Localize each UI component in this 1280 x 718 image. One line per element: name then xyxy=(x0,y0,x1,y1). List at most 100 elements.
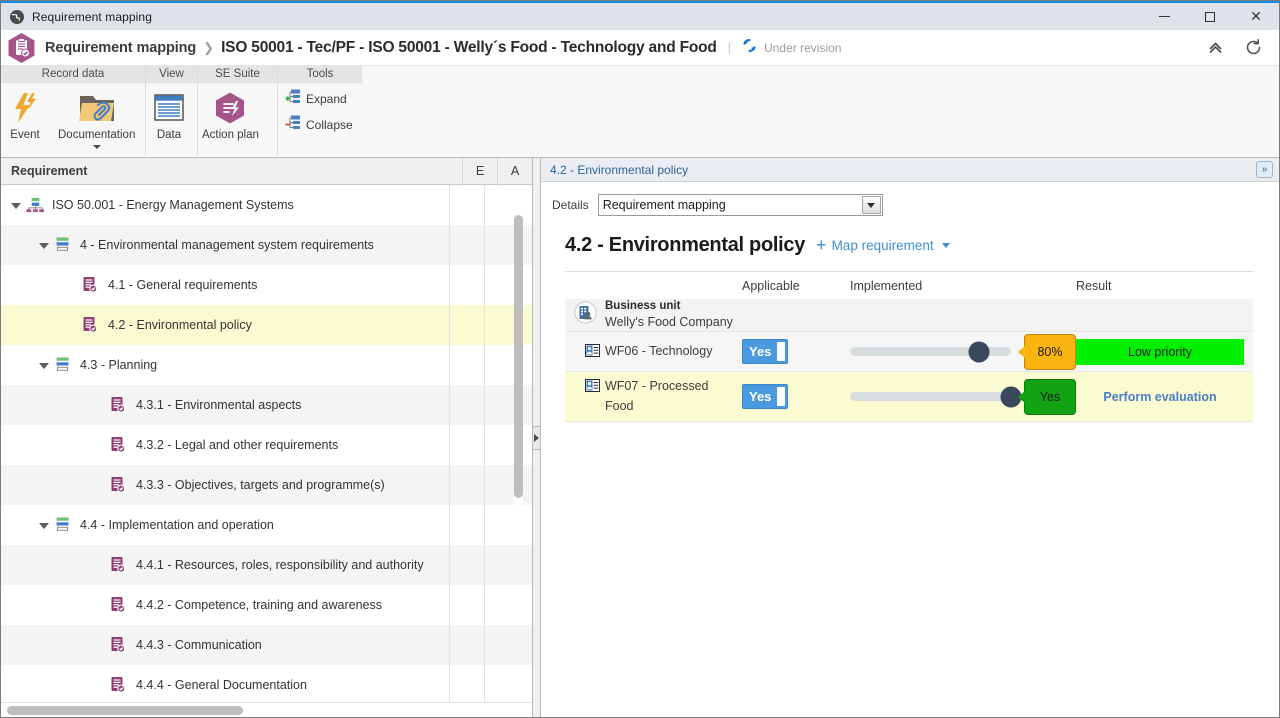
implemented-slider[interactable] xyxy=(850,341,1011,362)
tree-row[interactable]: 4.3.1 - Environmental aspects xyxy=(1,385,532,425)
tree-cell-e[interactable] xyxy=(449,505,484,545)
expand-tree-icon xyxy=(285,89,301,109)
breadcrumb-separator: ❯ xyxy=(203,39,215,55)
tree-row[interactable]: 4.4.1 - Resources, roles, responsibility… xyxy=(1,545,532,585)
expander-icon[interactable] xyxy=(39,242,49,249)
chevron-double-right-icon[interactable]: » xyxy=(1256,161,1273,178)
scrollbar-thumb[interactable] xyxy=(514,215,523,498)
requirement-doc-icon xyxy=(82,276,100,294)
collapse-label: Collapse xyxy=(306,118,353,132)
contact-card-icon xyxy=(585,379,600,395)
tree-row-label: 4.4.2 - Competence, training and awarene… xyxy=(136,597,382,612)
applicable-toggle[interactable]: Yes xyxy=(742,384,788,409)
mapping-row[interactable]: WF07 - Processed Food Yes Yes Perform evalu… xyxy=(565,372,1253,422)
tree-cell-e[interactable] xyxy=(449,225,484,265)
chevron-down-icon[interactable] xyxy=(92,145,101,149)
tree-row[interactable]: 4.4.4 - General Documentation xyxy=(1,665,532,702)
tree-row[interactable]: 4.4.2 - Competence, training and awarene… xyxy=(1,585,532,625)
tree-row[interactable]: 4.1 - General requirements xyxy=(1,265,532,305)
ribbon-group-title: Tools xyxy=(278,66,362,83)
implemented-value: Yes xyxy=(1039,389,1061,404)
tree-row[interactable]: ISO 50.001 - Energy Management Systems xyxy=(1,185,532,225)
window-titlebar: Requirement mapping ✕ xyxy=(1,1,1279,30)
tree-horizontal-scrollbar[interactable] xyxy=(1,702,532,717)
tree-row-label: 4.4.1 - Resources, roles, responsibility… xyxy=(136,557,424,572)
ribbon-group-tools: Tools Expand Collapse xyxy=(278,66,1279,158)
maximize-button[interactable] xyxy=(1187,3,1233,30)
business-unit-icon xyxy=(574,301,597,329)
result-link[interactable]: Perform evaluation xyxy=(1076,390,1244,404)
ribbon-group-view: View Data xyxy=(146,66,198,158)
header-actions xyxy=(1205,38,1271,58)
tree-cell-e[interactable] xyxy=(449,345,484,385)
splitter-grip[interactable] xyxy=(532,426,541,450)
tree-row-label: 4.1 - General requirements xyxy=(108,277,258,292)
column-header-a[interactable]: A xyxy=(497,157,532,185)
expander-icon[interactable] xyxy=(39,522,49,529)
ribbon-group-title: View xyxy=(146,66,197,83)
expander-icon[interactable] xyxy=(11,202,21,209)
tree-cell-e[interactable] xyxy=(449,425,484,465)
tree-row[interactable]: 4 - Environmental management system requ… xyxy=(1,225,532,265)
chevron-double-up-icon[interactable] xyxy=(1205,38,1225,58)
contact-card-icon xyxy=(585,343,600,360)
tree-cell-a[interactable] xyxy=(484,665,519,702)
tree-row[interactable]: 4.4.3 - Communication xyxy=(1,625,532,665)
tree-row[interactable]: 4.3.2 - Legal and other requirements xyxy=(1,425,532,465)
action-plan-button[interactable]: Action plan xyxy=(198,88,263,141)
requirement-doc-icon xyxy=(110,596,128,614)
chevron-down-icon[interactable] xyxy=(861,196,881,214)
tree-row[interactable]: 4.3 - Planning xyxy=(1,345,532,385)
chevron-down-icon[interactable] xyxy=(941,242,950,248)
map-requirement-button[interactable]: + Map requirement xyxy=(816,236,950,254)
tree-cell-e[interactable] xyxy=(449,465,484,505)
tree-cell-e[interactable] xyxy=(449,385,484,425)
panel-splitter[interactable] xyxy=(532,158,541,717)
documentation-button[interactable]: Documentation xyxy=(49,88,144,149)
minimize-button[interactable] xyxy=(1141,3,1187,30)
tree-cell-e[interactable] xyxy=(449,665,484,702)
tree-cell-e[interactable] xyxy=(449,545,484,585)
tree-row[interactable]: 4.2 - Environmental policy xyxy=(1,305,532,345)
tree-cell-e[interactable] xyxy=(449,185,484,225)
collapse-button[interactable]: Collapse xyxy=(278,112,360,138)
mapping-grid-header: Applicable Implemented Result xyxy=(565,272,1253,299)
details-select[interactable]: Requirement mapping xyxy=(597,194,883,216)
event-button[interactable]: Event xyxy=(1,88,49,141)
documentation-label: Documentation xyxy=(58,129,136,141)
breadcrumb-app[interactable]: Requirement mapping xyxy=(45,40,196,56)
revision-cycle-icon xyxy=(742,38,757,58)
expand-button[interactable]: Expand xyxy=(278,86,354,112)
applicable-toggle-label: Yes xyxy=(749,389,772,404)
details-selector-row: Details Requirement mapping xyxy=(541,182,1279,216)
refresh-icon[interactable] xyxy=(1243,38,1263,58)
requirement-doc-icon xyxy=(82,316,100,334)
applicable-toggle[interactable]: Yes xyxy=(742,339,788,364)
tree-cell-e[interactable] xyxy=(449,625,484,665)
tree-row-label: 4.3.2 - Legal and other requirements xyxy=(136,437,339,452)
expander-icon[interactable] xyxy=(39,362,49,369)
scrollbar-thumb[interactable] xyxy=(7,706,243,715)
tree-cell-a[interactable] xyxy=(484,625,519,665)
implemented-slider[interactable] xyxy=(850,386,1022,407)
tree-cell-e[interactable] xyxy=(449,305,484,345)
tree-cell-a[interactable] xyxy=(484,585,519,625)
tree-row[interactable]: 4.3.3 - Objectives, targets and programm… xyxy=(1,465,532,505)
data-button[interactable]: Data xyxy=(146,88,192,141)
folder-attachment-icon xyxy=(78,90,116,126)
data-label: Data xyxy=(156,129,182,141)
tree-vertical-scrollbar[interactable] xyxy=(514,213,523,513)
slider-knob[interactable] xyxy=(968,341,990,362)
details-select-value: Requirement mapping xyxy=(602,198,726,212)
tree-cell-a[interactable] xyxy=(484,545,519,585)
column-header-requirement[interactable]: Requirement xyxy=(1,164,462,178)
mapping-row[interactable]: WF06 - Technology Yes 80% Low priority xyxy=(565,332,1253,372)
column-header-e[interactable]: E xyxy=(462,157,497,185)
tree-cell-e[interactable] xyxy=(449,585,484,625)
close-button[interactable]: ✕ xyxy=(1233,3,1279,30)
implemented-value-bubble: Yes xyxy=(1024,378,1076,415)
tree-rows-container: ISO 50.001 - Energy Management Systems 4 … xyxy=(1,185,532,702)
tree-cell-e[interactable] xyxy=(449,265,484,305)
tree-row[interactable]: 4.4 - Implementation and operation xyxy=(1,505,532,545)
implemented-value-bubble: 80% xyxy=(1024,333,1076,370)
